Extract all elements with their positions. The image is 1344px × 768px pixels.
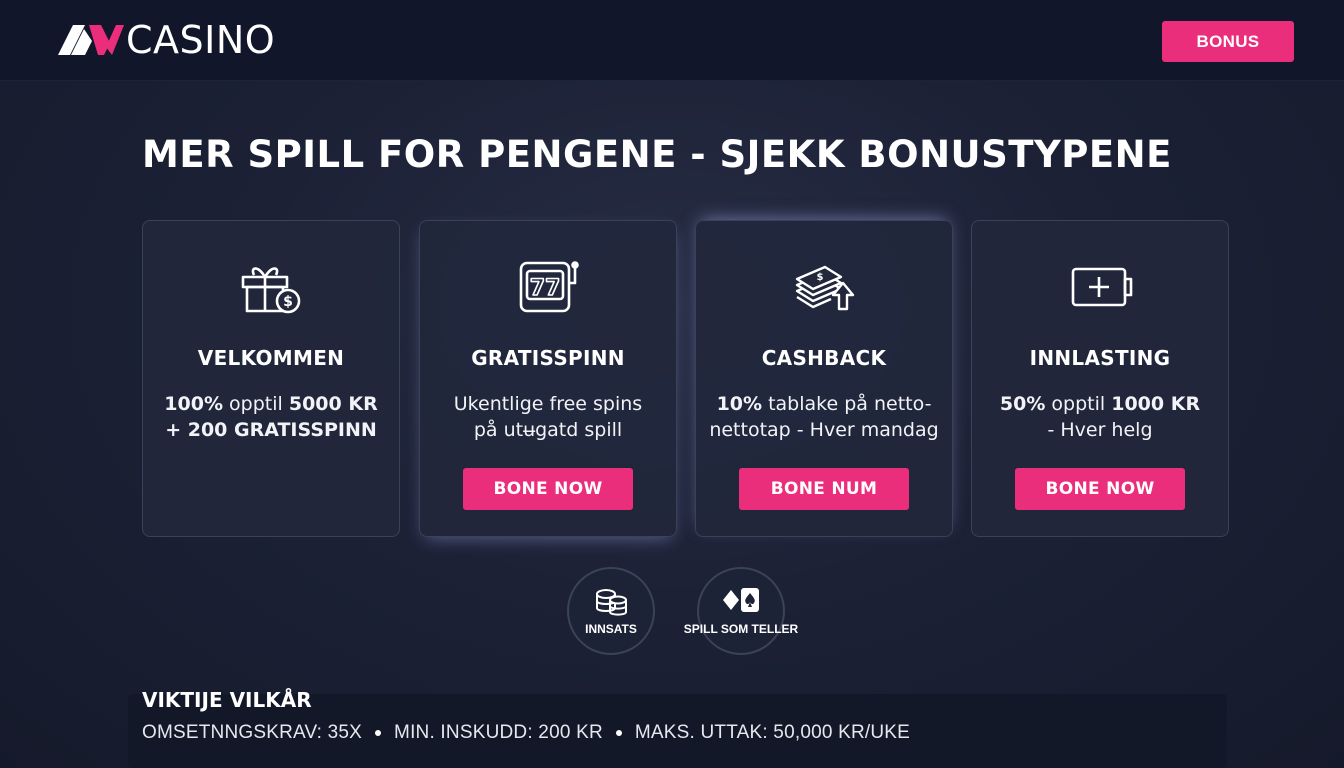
card-desc-text: opptil [1045, 393, 1112, 415]
card-desc-text: - Hver helg [1047, 419, 1153, 441]
wager-badge[interactable]: INNSATS [567, 567, 655, 655]
battery-plus-icon [972, 255, 1228, 319]
card-desc-highlight: 100% [164, 393, 223, 415]
badge-label: SPILL SOM TELLER [683, 622, 799, 636]
card-desc-highlight: 1000 KR [1111, 393, 1201, 415]
card-desc-text: nettotap - Hver mandag [709, 419, 939, 441]
card-desc-highlight: 10% [716, 393, 763, 415]
claim-bonus-button[interactable]: BONE NOW [1015, 468, 1185, 510]
card-desc-highlight: 50% [999, 393, 1046, 415]
card-desc-text: på utʉgatd spill [473, 419, 623, 441]
card-desc-highlight: 5000 KR [288, 393, 378, 415]
cards-suits-icon [723, 588, 759, 612]
card-desc-highlight: + 200 GRATISSPINN [165, 419, 377, 441]
bonus-card-cashback: $ CASHBACK 10% tablake på netto- nettota… [695, 220, 953, 537]
card-description: Ukentlige free spins på utʉgatd spill [430, 391, 666, 443]
card-title: VELKOMMEN [197, 346, 345, 370]
page-headline: MER SPILL FOR PENGENE - SJEKK BONUSTYPEN… [142, 133, 1172, 176]
svg-text:$: $ [817, 272, 824, 283]
claim-bonus-button[interactable]: BONE NUM [739, 468, 909, 510]
cash-stack-up-icon: $ [696, 255, 952, 319]
bullet-separator [615, 730, 622, 736]
av-logo-mark-icon [58, 25, 124, 55]
card-title: CASHBACK [761, 346, 887, 370]
svg-text:77: 77 [530, 276, 561, 301]
header-bonus-button[interactable]: BONUS [1162, 21, 1294, 62]
terms-list: OMSETNNGSKRAV: 35X MIN. INSKUDD: 200 KR … [142, 722, 910, 744]
claim-bonus-button[interactable]: BONE NOW [463, 468, 633, 510]
bullet-separator [375, 730, 382, 736]
badge-label: INNSATS [585, 622, 637, 636]
slot-machine-icon: 77 [420, 255, 676, 319]
top-navigation-bar: CASINO BONUS [0, 0, 1344, 81]
card-description: 50% opptil 1000 KR - Hver helg [982, 391, 1218, 443]
term-wagering: OMSETNNGSKRAV: 35X [142, 722, 363, 743]
bonus-cards: $ VELKOMMEN 100% opptil 5000 KR + 200 GR… [142, 220, 1229, 537]
card-title: GRATISSPINN [471, 346, 625, 370]
term-max-withdrawal: MAKS. UTTAK: 50,000 KR/UKE [634, 722, 911, 743]
casino-logo[interactable]: CASINO [58, 20, 275, 60]
coin-stack-icon [596, 589, 627, 616]
terms-title: VIKTIJE VILKÅR [142, 688, 312, 712]
card-description: 10% tablake på netto- nettotap - Hver ma… [706, 391, 942, 443]
svg-text:$: $ [283, 294, 293, 310]
eligible-games-badge[interactable]: SPILL SOM TELLER [684, 567, 798, 655]
card-title: INNLASTING [1029, 346, 1171, 370]
bonus-card-innlasting: INNLASTING 50% opptil 1000 KR - Hver hel… [971, 220, 1229, 537]
gift-dollar-icon: $ [143, 255, 399, 319]
card-description: 100% opptil 5000 KR + 200 GRATISSPINN [153, 391, 389, 443]
card-desc-text: tablake på netto- [762, 393, 932, 415]
card-desc-text: opptil [223, 393, 289, 415]
term-min-deposit: MIN. INSKUDD: 200 KR [394, 722, 603, 743]
bonus-card-gratisspinn: 77 GRATISSPINN Ukentlige free spins på u… [419, 220, 677, 537]
card-desc-text: Ukentlige free spins [453, 393, 643, 415]
bonus-card-velkommen: $ VELKOMMEN 100% opptil 5000 KR + 200 GR… [142, 220, 400, 537]
logo-text: CASINO [126, 18, 276, 62]
